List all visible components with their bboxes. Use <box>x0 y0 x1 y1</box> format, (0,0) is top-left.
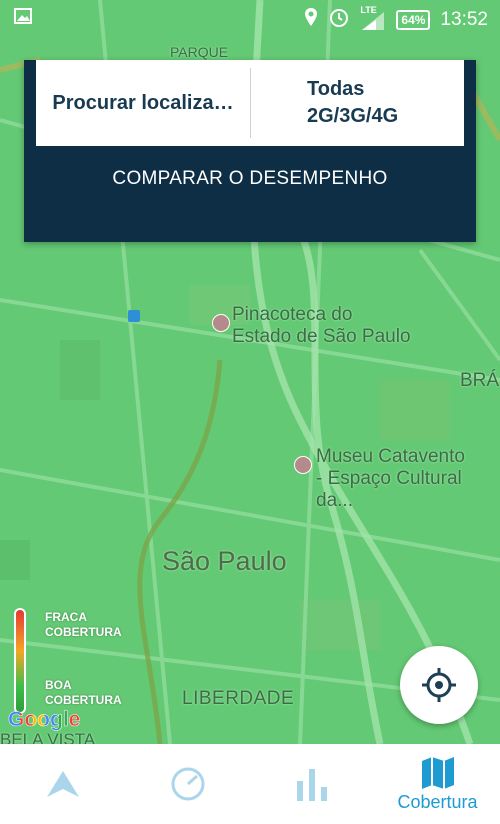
image-notification-icon <box>14 8 32 30</box>
location-search-field[interactable]: Procurar localiza… <box>36 68 251 138</box>
legend-weak-text: FRACA COBERTURA <box>45 610 122 639</box>
map-label-sao-paulo: São Paulo <box>162 546 287 576</box>
nav-item-statistics[interactable] <box>250 744 375 824</box>
map-label-bela-vista: BELA VISTA <box>0 730 96 744</box>
map-label-bras: BRÁ <box>460 370 500 391</box>
museum-icon <box>294 456 312 474</box>
map-icon <box>421 756 454 789</box>
alarm-icon <box>328 6 350 34</box>
legend-good-text: BOA COBERTURA <box>45 678 122 707</box>
bus-stop-icon <box>128 310 140 322</box>
search-row: Procurar localiza… Todas 2G/3G/4G <box>36 60 464 146</box>
battery-indicator: 64% <box>396 10 431 30</box>
network-type-line2: 2G/3G/4G <box>307 105 399 127</box>
coverage-gradient-bar <box>16 610 24 712</box>
map-label-parque: PARQUE <box>170 44 229 60</box>
search-card: Procurar localiza… Todas 2G/3G/4G COMPAR… <box>24 60 476 242</box>
map-label-liberdade: LIBERDADE <box>182 688 295 709</box>
nav-item-navigation[interactable] <box>0 744 125 824</box>
legend-good-label: BOA COBERTURA <box>45 678 165 708</box>
network-type-line1: Todas <box>307 78 365 100</box>
status-bar: LTE 64% 13:52 <box>0 0 500 34</box>
google-logo-text: Google <box>8 708 81 732</box>
map-label-pinacoteca-2: Estado de São Paulo <box>232 326 411 347</box>
museum-icon <box>212 314 230 332</box>
map-label-museu-2: - Espaço Cultural da... <box>316 468 462 511</box>
bottom-navigation: Cobertura <box>0 744 500 824</box>
map-label-pinacoteca-1: Pinacoteca do <box>232 304 353 325</box>
clock: 13:52 <box>440 9 488 30</box>
signal-icon: LTE <box>360 5 386 31</box>
compare-performance-button[interactable]: COMPARAR O DESEMPENHO <box>24 168 476 190</box>
crosshair-icon <box>422 668 456 702</box>
speedometer-icon <box>171 767 204 801</box>
navigation-arrow-icon <box>46 771 79 797</box>
bar-chart-icon <box>296 769 327 801</box>
location-icon <box>304 7 318 33</box>
nav-item-coverage[interactable]: Cobertura <box>375 744 500 824</box>
nav-item-coverage-label: Cobertura <box>397 791 478 812</box>
google-logo: Google <box>8 708 81 732</box>
legend-weak-label: FRACA COBERTURA <box>45 610 165 640</box>
map-label-museu-1: Museu Catavento <box>316 446 465 467</box>
network-type-selector[interactable]: Todas 2G/3G/4G <box>251 60 464 146</box>
nav-item-speedtest[interactable] <box>125 744 250 824</box>
my-location-button[interactable] <box>400 646 478 724</box>
